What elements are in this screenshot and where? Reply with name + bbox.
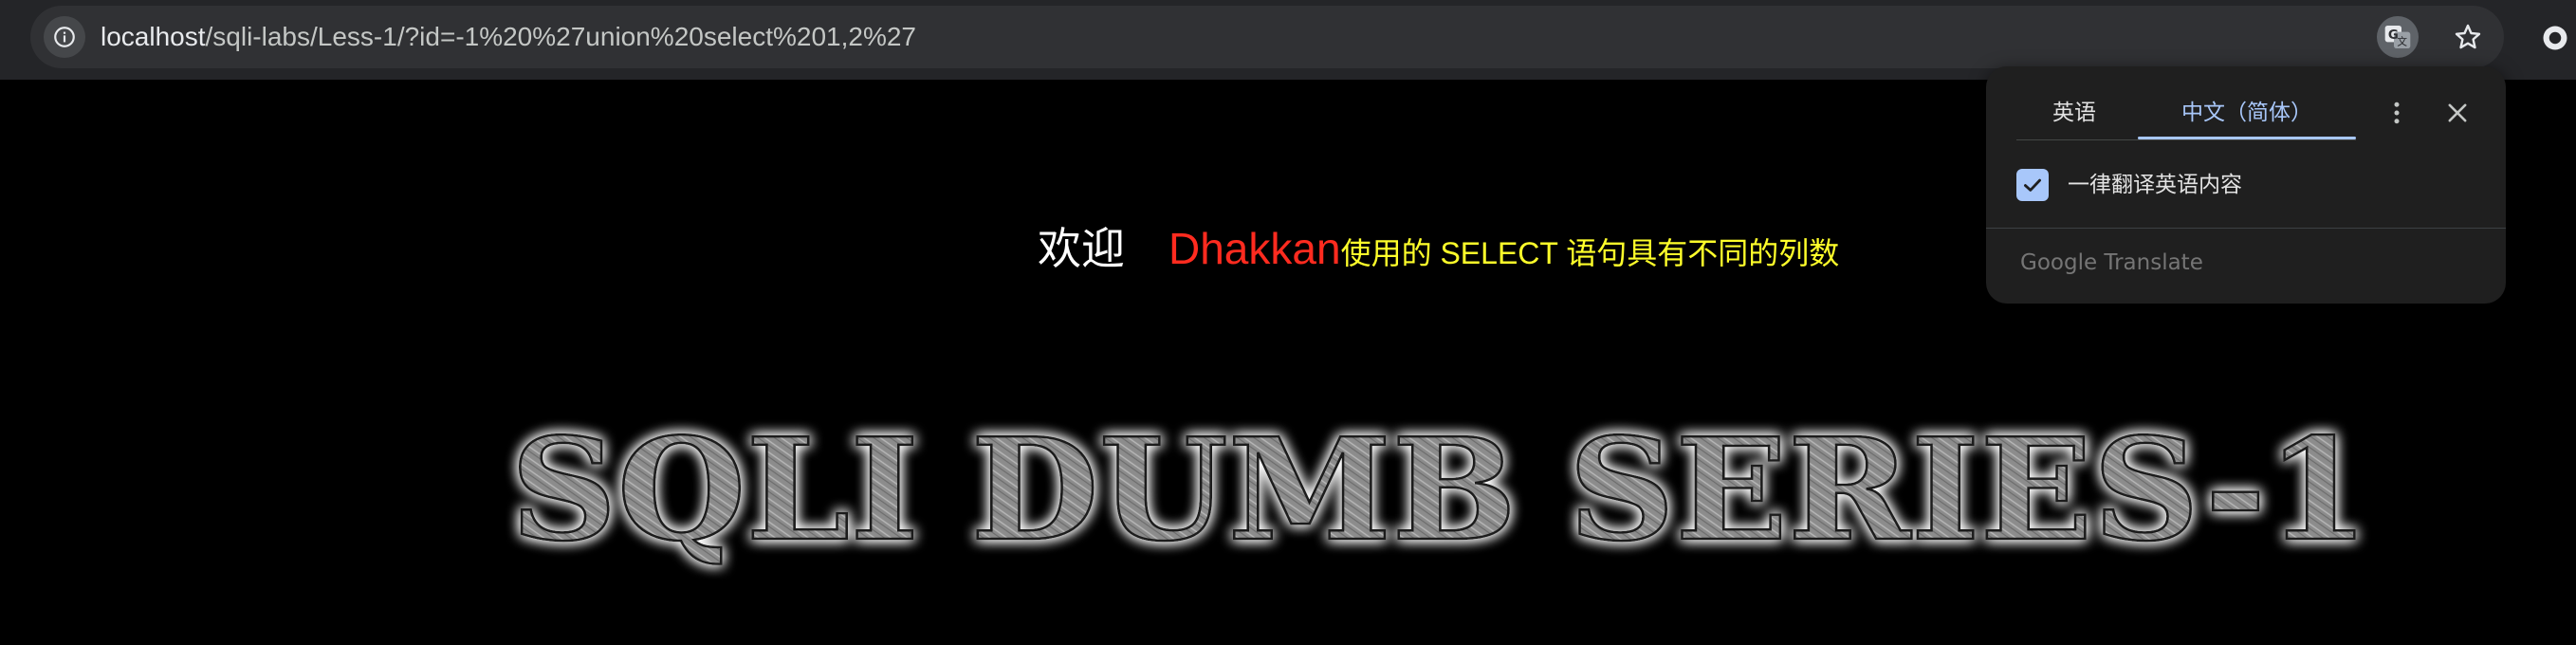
user-name: Dhakkan [1168,224,1341,273]
translate-icon: G 文 [2384,26,2411,48]
selected-tab-indicator [2138,137,2356,139]
translate-button[interactable]: G 文 [2377,16,2419,58]
extension-icon [2543,26,2567,50]
always-translate-label[interactable]: 一律翻译英语内容 [2068,165,2242,205]
bookmark-button[interactable] [2447,16,2489,58]
url-path: /sqli-labs/Less-1/?id=-1%20%27union%20se… [205,22,916,51]
tab-chinese-simplified[interactable]: 中文（简体） [2138,91,2356,135]
translate-popup: 英语 中文（简体） 一律翻译英语内容 Google Translate [1986,66,2506,304]
close-button[interactable] [2436,91,2479,135]
welcome-message: 欢迎 Dhakkan 使用的 SELECT 语句具有不同的列数 [1038,214,1840,273]
url-text[interactable]: localhost/sqli-labs/Less-1/?id=-1%20%27u… [101,6,916,68]
more-vert-icon [2394,101,2400,124]
info-icon [54,27,75,47]
star-icon [2455,24,2481,49]
series-banner: SQLI DUMB SERIES-1 [509,406,2371,574]
url-host: localhost [101,22,206,51]
address-bar[interactable]: localhost/sqli-labs/Less-1/?id=-1%20%27u… [30,6,2504,68]
more-options-button[interactable] [2375,91,2419,135]
always-translate-checkbox[interactable] [2016,169,2049,201]
banner-text: SQLI DUMB SERIES-1 [510,407,2369,572]
tab-divider [2016,139,2356,140]
check-icon [2024,178,2041,192]
welcome-text: 欢迎 [1038,224,1125,273]
svg-text:文: 文 [2397,36,2407,48]
extension-button[interactable] [2534,17,2576,59]
google-translate-branding: Google Translate [2020,250,2203,275]
popup-divider [1986,228,2506,229]
tab-english[interactable]: 英语 [2016,91,2132,135]
error-message: 使用的 SELECT 语句具有不同的列数 [1340,236,1840,270]
close-icon [2448,103,2467,122]
site-info-button[interactable] [44,16,85,58]
